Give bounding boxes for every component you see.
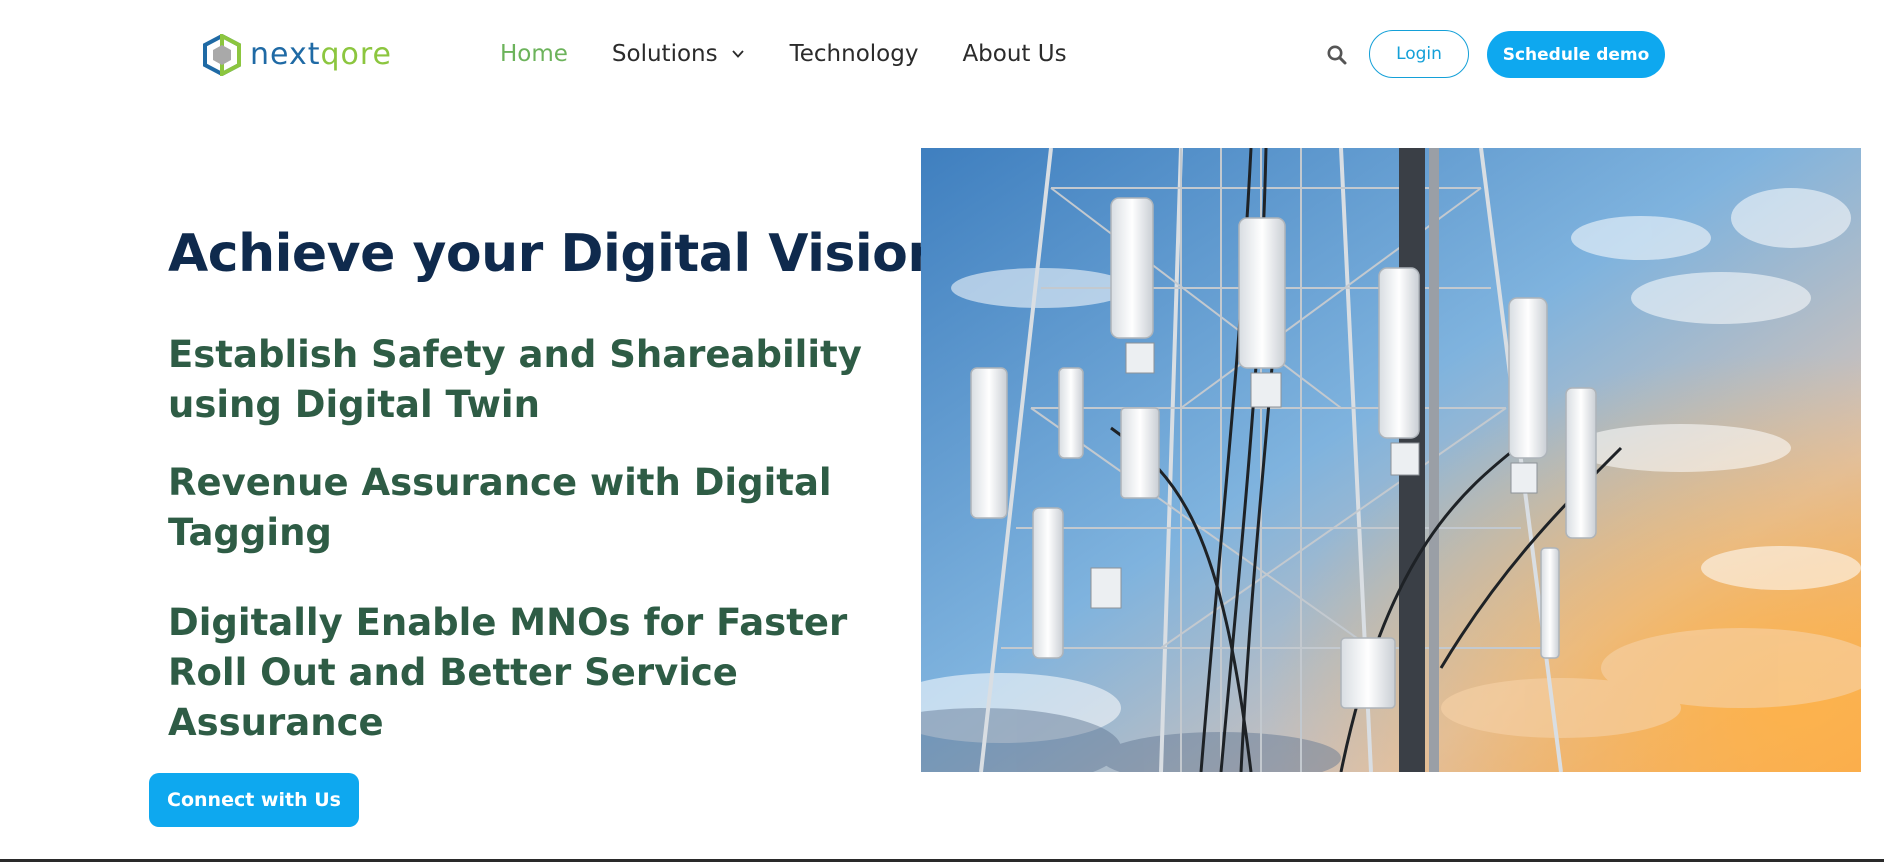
page: nextqore Home Solutions Technology About… <box>0 0 1884 862</box>
hexagon-logo-icon <box>203 34 241 76</box>
nav-solutions[interactable]: Solutions <box>612 41 746 67</box>
login-button[interactable]: Login <box>1369 30 1469 78</box>
hero-tagline-digital-twin: Establish Safety and Shareability using … <box>168 333 862 426</box>
search-icon[interactable] <box>1326 44 1348 66</box>
hero-title: Achieve your Digital Vision <box>168 224 944 284</box>
brand-name-part2: qore <box>320 37 392 72</box>
chevron-down-icon <box>731 50 744 58</box>
nav-technology[interactable]: Technology <box>790 41 919 67</box>
schedule-demo-button[interactable]: Schedule demo <box>1487 31 1665 78</box>
main-nav: Home Solutions Technology About Us <box>500 36 1111 72</box>
nav-solutions-label: Solutions <box>611 41 718 67</box>
cell-tower-photo <box>921 148 1861 772</box>
site-header: nextqore Home Solutions Technology About… <box>0 0 1884 110</box>
brand-name-part1: next <box>250 37 321 72</box>
brand-logo[interactable]: nextqore <box>202 34 392 76</box>
cell-tower-illustration <box>921 148 1861 772</box>
connect-with-us-button[interactable]: Connect with Us <box>149 773 359 827</box>
nav-home[interactable]: Home <box>500 41 568 67</box>
hero-tagline-mno: Digitally Enable MNOs for Faster Roll Ou… <box>168 601 848 744</box>
brand-wordmark: nextqore <box>250 34 392 76</box>
hero-tagline-digital-tagging: Revenue Assurance with Digital Tagging <box>168 461 832 554</box>
nav-about-us[interactable]: About Us <box>962 41 1066 67</box>
